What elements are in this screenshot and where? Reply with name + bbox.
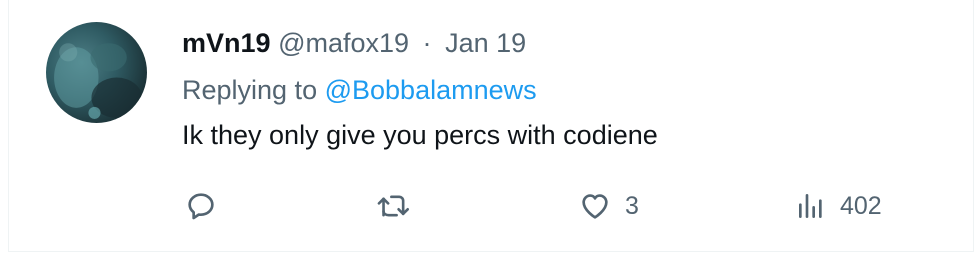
like-button[interactable]: 3: [579, 186, 639, 226]
like-count: 3: [625, 191, 639, 220]
avatar-image: [54, 43, 142, 119]
avatar[interactable]: [46, 22, 147, 123]
separator-dot: ·: [422, 28, 432, 58]
views-button[interactable]: 402: [796, 186, 882, 226]
tweet-date[interactable]: Jan 19: [445, 28, 526, 58]
tweet-card[interactable]: mVn19 @mafox19 · Jan 19 Replying to @Bob…: [8, 0, 974, 252]
author-display-name[interactable]: mVn19: [182, 28, 271, 58]
views-count: 402: [840, 191, 882, 220]
author-handle[interactable]: @mafox19: [278, 28, 409, 58]
retweet-button[interactable]: [377, 186, 411, 226]
speech-bubble-icon: [188, 193, 214, 220]
reply-mention-link[interactable]: @Bobbalamnews: [325, 75, 537, 105]
reply-context: Replying to @Bobbalamnews: [182, 73, 537, 107]
reply-button[interactable]: [185, 186, 217, 226]
reply-prefix: Replying to: [182, 75, 318, 105]
retweet-arrows-icon: [377, 195, 410, 217]
heart-icon: [582, 194, 608, 219]
bar-chart-icon: [799, 194, 822, 218]
tweet-text: Ik they only give you percs with codiene: [182, 120, 658, 150]
tweet-header: mVn19 @mafox19 · Jan 19: [182, 26, 526, 60]
